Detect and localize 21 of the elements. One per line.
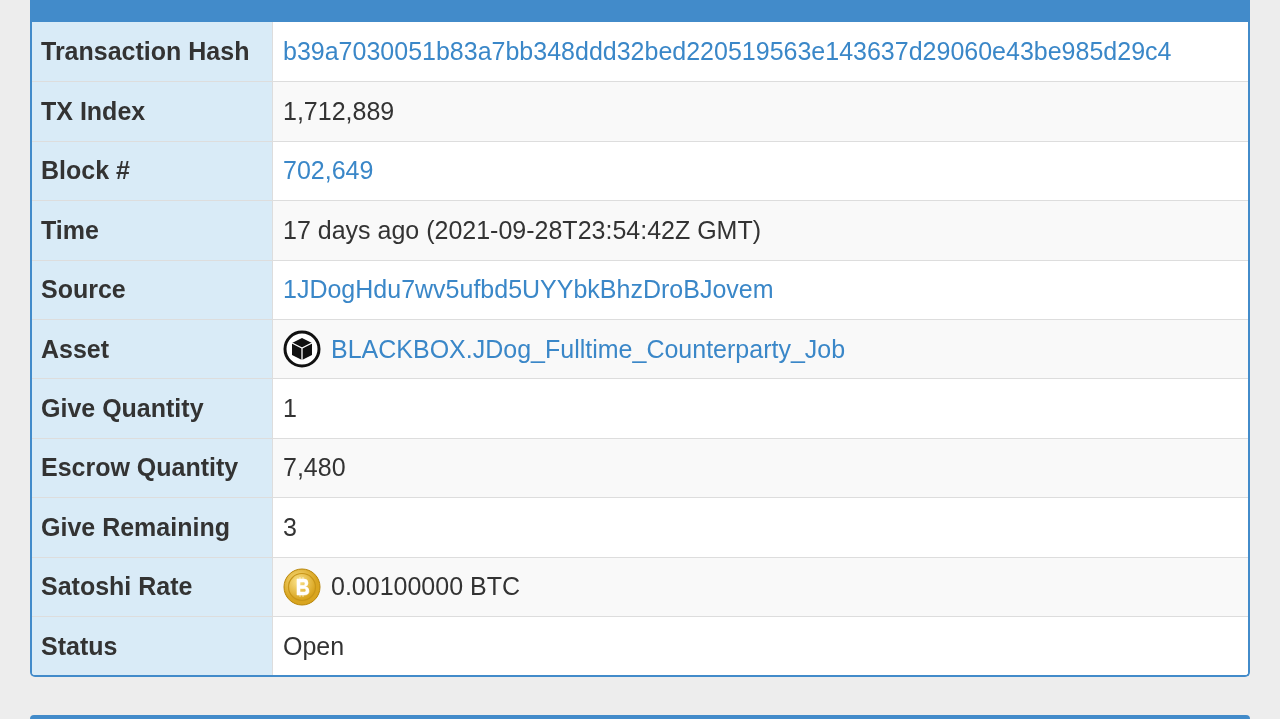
field-value: 1,712,889 xyxy=(283,97,395,127)
field-label: Satoshi Rate xyxy=(41,572,193,602)
field-label: Block # xyxy=(41,156,130,186)
value-link[interactable]: 702,649 xyxy=(283,156,374,186)
field-label: Transaction Hash xyxy=(41,37,250,67)
field-value: 17 days ago (2021-09-28T23:54:42Z GMT) xyxy=(283,215,762,245)
field-label: Give Quantity xyxy=(41,394,204,424)
field-value: 0.00100000 BTC xyxy=(331,572,521,602)
field-value: 3 xyxy=(283,512,297,542)
field-label: Escrow Quantity xyxy=(41,453,239,483)
field-label: Give Remaining xyxy=(41,512,230,542)
value-link[interactable]: b39a7030051b83a7bb348ddd32bed220519563e143637d29060e43be985d29c4 xyxy=(283,37,1172,67)
field-label: Time xyxy=(41,215,99,245)
field-label: Status xyxy=(41,631,118,661)
field-label: TX Index xyxy=(41,97,146,127)
field-label: Source xyxy=(41,275,126,305)
field-value: 7,480 xyxy=(283,453,346,483)
value-link[interactable]: 1JDogHdu7wv5ufbd5UYYbkBhzDroBJovem xyxy=(283,275,774,305)
field-label: Asset xyxy=(41,334,110,364)
field-value: 1 xyxy=(283,394,297,424)
field-value: Open xyxy=(283,631,345,661)
